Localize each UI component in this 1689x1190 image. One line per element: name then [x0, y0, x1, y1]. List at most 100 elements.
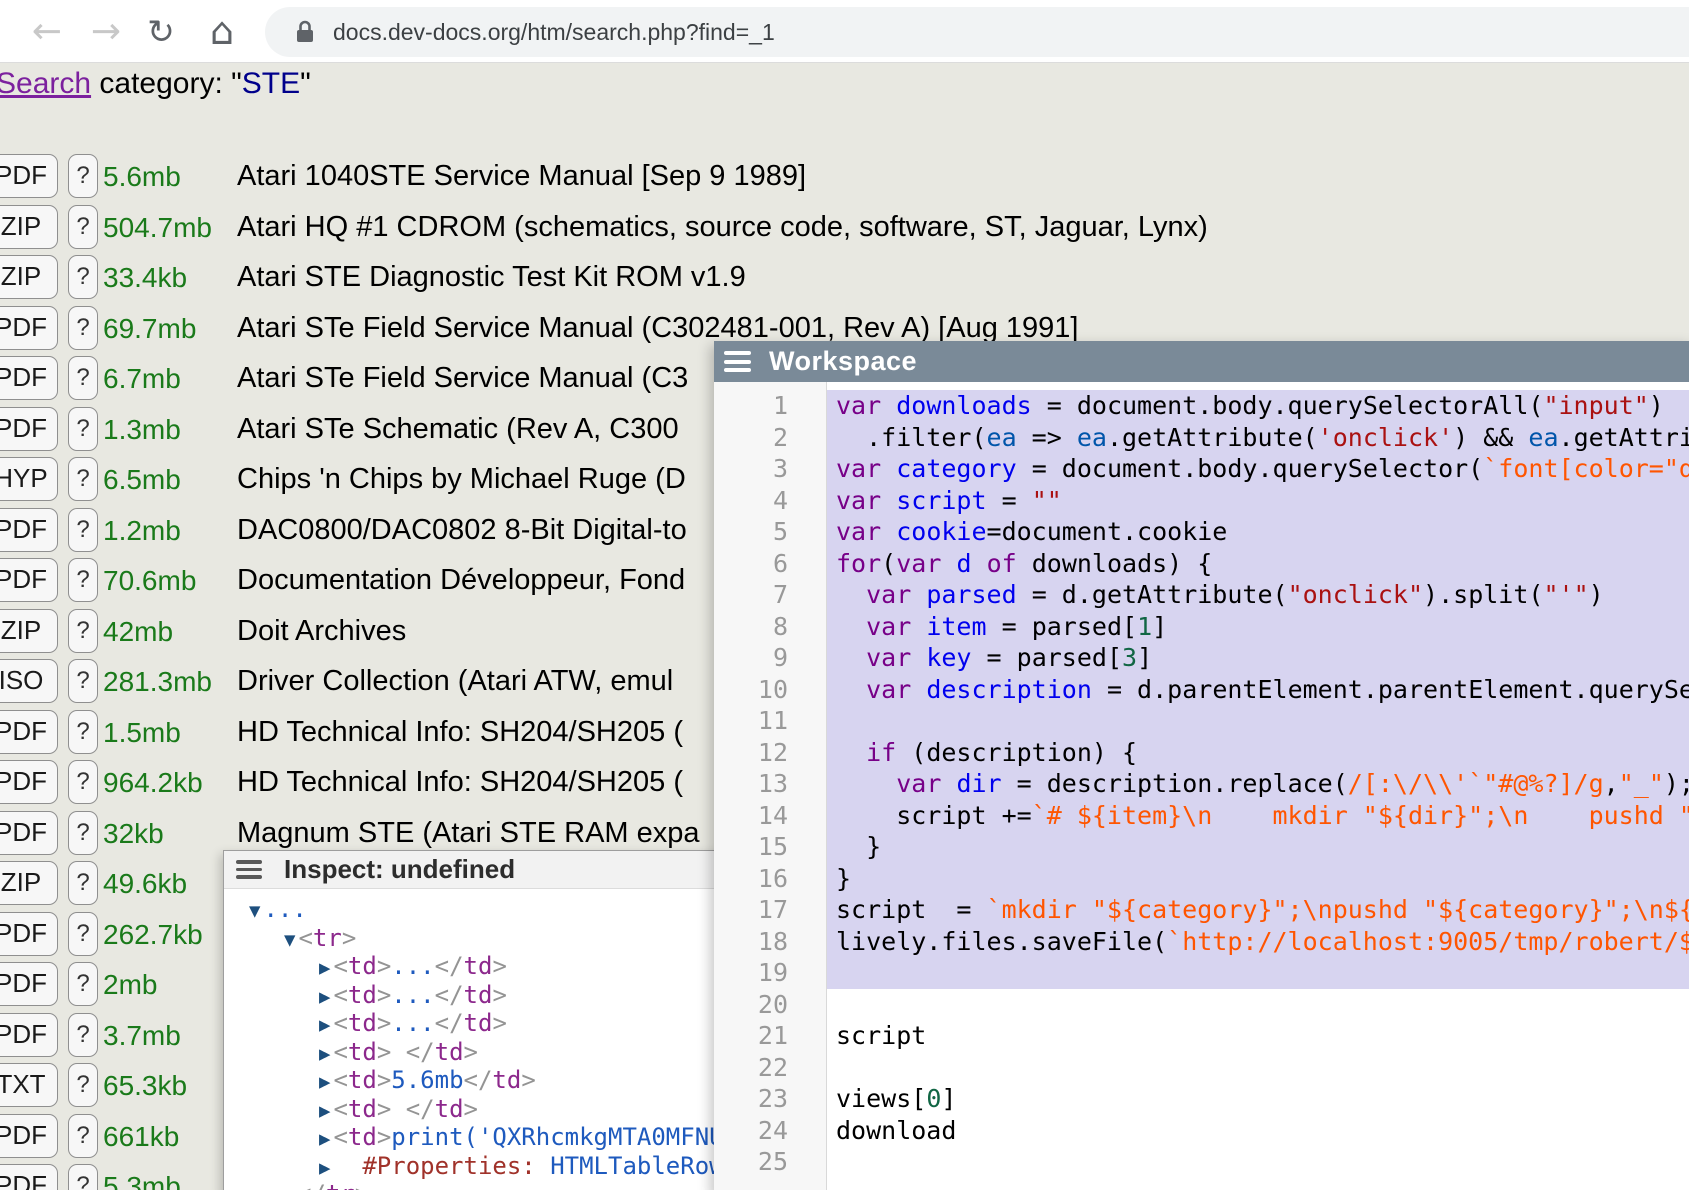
file-title: Atari STE Diagnostic Test Kit ROM v1.9	[237, 253, 746, 302]
filetype-button[interactable]: PDF	[0, 407, 58, 451]
code-line[interactable]: views[0]	[827, 1083, 1689, 1115]
info-button[interactable]: ?	[68, 558, 98, 602]
code-line[interactable]: .filter(ea => ea.getAttribute('onclick')…	[827, 422, 1689, 454]
code-line[interactable]: var cookie=document.cookie	[827, 516, 1689, 548]
code-line[interactable]	[827, 1146, 1689, 1178]
info-button[interactable]: ?	[68, 659, 98, 703]
filetype-button[interactable]: PDF	[0, 154, 58, 198]
filetype-button[interactable]: PDF	[0, 962, 58, 1006]
file-size: 33.4kb	[103, 253, 187, 302]
filetype-button[interactable]: PDF	[0, 1114, 58, 1158]
workspace-titlebar[interactable]: Workspace	[714, 341, 1689, 382]
home-button[interactable]: ⌂	[200, 0, 244, 63]
inspect-title: Inspect: undefined	[284, 854, 515, 885]
code-line[interactable]: script +=`# ${item}\n mkdir "${dir}";\n …	[827, 800, 1689, 832]
table-row: ZIP?504.7mbAtari HQ #1 CDROM (schematics…	[0, 203, 1689, 253]
address-bar[interactable]: docs.dev-docs.org/htm/search.php?find=_1	[265, 7, 1689, 57]
info-button[interactable]: ?	[68, 861, 98, 905]
code-editor[interactable]: 1234567891011121314151617181920212223242…	[714, 382, 1689, 1190]
url-text[interactable]: docs.dev-docs.org/htm/search.php?find=_1	[333, 7, 775, 57]
reload-button[interactable]: ↻	[139, 0, 183, 63]
filetype-button[interactable]: PDF	[0, 508, 58, 552]
filetype-button[interactable]: PDF	[0, 306, 58, 350]
filetype-button[interactable]: ISO	[0, 659, 58, 703]
code-line[interactable]: script	[827, 1020, 1689, 1052]
info-button[interactable]: ?	[68, 609, 98, 653]
lock-icon[interactable]	[294, 20, 316, 44]
filetype-button[interactable]: PDF	[0, 1164, 58, 1190]
expand-triangle-icon: ▶	[319, 1014, 330, 1036]
code-line[interactable]: for(var d of downloads) {	[827, 548, 1689, 580]
code-line[interactable]	[827, 1052, 1689, 1084]
filetype-button[interactable]: PDF	[0, 760, 58, 804]
filetype-button[interactable]: TXT	[0, 1063, 58, 1107]
code-line[interactable]: lively.files.saveFile(`http://localhost:…	[827, 926, 1689, 958]
info-button[interactable]: ?	[68, 1114, 98, 1158]
expand-triangle-icon: ▼	[284, 929, 295, 951]
code-line[interactable]: }	[827, 863, 1689, 895]
filetype-button[interactable]: PDF	[0, 710, 58, 754]
file-size: 65.3kb	[103, 1061, 187, 1110]
filetype-button[interactable]: PDF	[0, 912, 58, 956]
code-line[interactable]	[827, 705, 1689, 737]
line-number: 17	[714, 894, 826, 926]
code-line[interactable]	[827, 989, 1689, 1021]
code-line[interactable]: var description = d.parentElement.parent…	[827, 674, 1689, 706]
workspace-window: Workspace 123456789101112131415161718192…	[714, 341, 1689, 1190]
code-line[interactable]	[827, 957, 1689, 989]
info-button[interactable]: ?	[68, 1063, 98, 1107]
info-button[interactable]: ?	[68, 962, 98, 1006]
filetype-button[interactable]: ZIP	[0, 205, 58, 249]
line-number: 23	[714, 1083, 826, 1115]
filetype-button[interactable]: ZIP	[0, 609, 58, 653]
filetype-button[interactable]: PDF	[0, 1013, 58, 1057]
filetype-button[interactable]: HYP	[0, 457, 58, 501]
code-line[interactable]: var downloads = document.body.querySelec…	[827, 390, 1689, 422]
code-lines[interactable]: var downloads = document.body.querySelec…	[827, 382, 1689, 1190]
forward-button[interactable]: →	[84, 0, 128, 63]
line-number: 3	[714, 453, 826, 485]
menu-icon[interactable]	[236, 856, 262, 883]
info-button[interactable]: ?	[68, 205, 98, 249]
back-button[interactable]: ←	[25, 0, 69, 63]
code-line[interactable]: var category = document.body.querySelect…	[827, 453, 1689, 485]
info-button[interactable]: ?	[68, 356, 98, 400]
file-title: Documentation Développeur, Fond	[237, 556, 685, 605]
code-line[interactable]: var dir = description.replace(/[:\/\\'`"…	[827, 768, 1689, 800]
file-title: HD Technical Info: SH204/SH205 (	[237, 708, 683, 757]
info-button[interactable]: ?	[68, 508, 98, 552]
line-number: 14	[714, 800, 826, 832]
filetype-button[interactable]: ZIP	[0, 861, 58, 905]
file-title: Chips 'n Chips by Michael Ruge (D	[237, 455, 686, 504]
info-button[interactable]: ?	[68, 811, 98, 855]
info-button[interactable]: ?	[68, 154, 98, 198]
info-button[interactable]: ?	[68, 760, 98, 804]
file-title: HD Technical Info: SH204/SH205 (	[237, 758, 683, 807]
info-button[interactable]: ?	[68, 255, 98, 299]
menu-icon[interactable]	[724, 347, 751, 377]
code-line[interactable]: script = `mkdir "${category}";\npushd "$…	[827, 894, 1689, 926]
info-button[interactable]: ?	[68, 1164, 98, 1190]
info-button[interactable]: ?	[68, 1013, 98, 1057]
info-button[interactable]: ?	[68, 457, 98, 501]
table-row: PDF?5.6mbAtari 1040STE Service Manual [S…	[0, 152, 1689, 202]
filetype-button[interactable]: PDF	[0, 811, 58, 855]
filetype-button[interactable]: PDF	[0, 558, 58, 602]
code-line[interactable]: download	[827, 1115, 1689, 1147]
filetype-button[interactable]: ZIP	[0, 255, 58, 299]
code-line[interactable]: if (description) {	[827, 737, 1689, 769]
info-button[interactable]: ?	[68, 407, 98, 451]
browser-window: ← → ↻ ⌂ docs.dev-docs.org/htm/search.php…	[0, 0, 1689, 1190]
code-line[interactable]: var item = parsed[1]	[827, 611, 1689, 643]
expand-triangle-icon: ▶	[319, 1071, 330, 1093]
code-line[interactable]: var script = ""	[827, 485, 1689, 517]
code-line[interactable]: var key = parsed[3]	[827, 642, 1689, 674]
file-size: 42mb	[103, 607, 173, 656]
code-line[interactable]: }	[827, 831, 1689, 863]
code-line[interactable]: var parsed = d.getAttribute("onclick").s…	[827, 579, 1689, 611]
filetype-button[interactable]: PDF	[0, 356, 58, 400]
info-button[interactable]: ?	[68, 912, 98, 956]
info-button[interactable]: ?	[68, 710, 98, 754]
expand-triangle-icon: ▶	[319, 986, 330, 1008]
info-button[interactable]: ?	[68, 306, 98, 350]
